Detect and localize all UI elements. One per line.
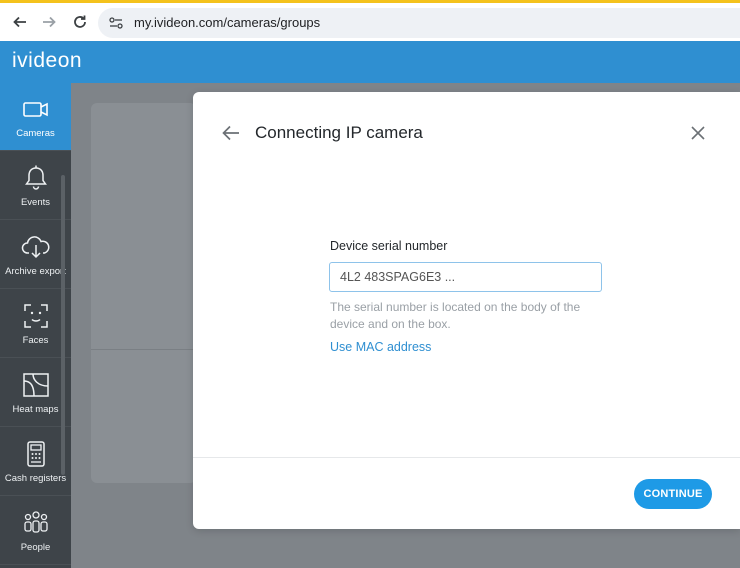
sidebar: Cameras Events Archive export Faces Heat…: [0, 83, 71, 568]
back-arrow-icon[interactable]: [221, 124, 241, 142]
continue-button[interactable]: CONTINUE: [634, 479, 712, 509]
serial-number-label: Device serial number: [330, 239, 448, 253]
background-panel: [91, 103, 196, 483]
sidebar-item-label: People: [20, 542, 51, 553]
camera-icon: [20, 94, 52, 124]
sidebar-item-label: Archive export: [5, 266, 66, 277]
connect-camera-dialog: Connecting IP camera Device serial numbe…: [193, 92, 740, 529]
logo[interactable]: ivideon: [12, 49, 82, 73]
sidebar-item-label: Events: [20, 197, 51, 208]
sidebar-item-label: Heat maps: [12, 404, 59, 415]
sidebar-item-people[interactable]: People: [0, 497, 71, 565]
sidebar-item-cameras[interactable]: Cameras: [0, 83, 71, 151]
cash-register-icon: [20, 439, 52, 469]
use-mac-address-link[interactable]: Use MAC address: [330, 340, 431, 354]
background-divider: [91, 349, 196, 350]
url-text[interactable]: my.ivideon.com/cameras/groups: [134, 15, 320, 30]
reload-icon[interactable]: [68, 10, 92, 34]
cloud-download-icon: [20, 232, 52, 262]
arrow-right-icon[interactable]: [37, 10, 61, 34]
app-header: ivideon: [0, 41, 740, 83]
serial-number-input[interactable]: [329, 262, 602, 292]
dialog-title: Connecting IP camera: [255, 123, 423, 142]
sidebar-item-label: Cameras: [16, 128, 55, 139]
site-settings-icon[interactable]: [108, 15, 124, 31]
browser-toolbar: my.ivideon.com/cameras/groups: [0, 0, 740, 41]
close-icon[interactable]: [690, 125, 706, 141]
sidebar-item-label: Faces: [22, 335, 49, 346]
people-icon: [20, 508, 52, 538]
sidebar-scrollbar[interactable]: [61, 175, 65, 475]
arrow-left-icon[interactable]: [8, 10, 32, 34]
heat-map-icon: [20, 370, 52, 400]
address-bar[interactable]: my.ivideon.com/cameras/groups: [98, 8, 740, 38]
sidebar-item-label: Cash registers: [4, 473, 67, 484]
face-scan-icon: [20, 301, 52, 331]
dialog-divider: [193, 457, 740, 458]
bell-icon: [20, 163, 52, 193]
serial-hint-text: The serial number is located on the body…: [330, 300, 581, 331]
